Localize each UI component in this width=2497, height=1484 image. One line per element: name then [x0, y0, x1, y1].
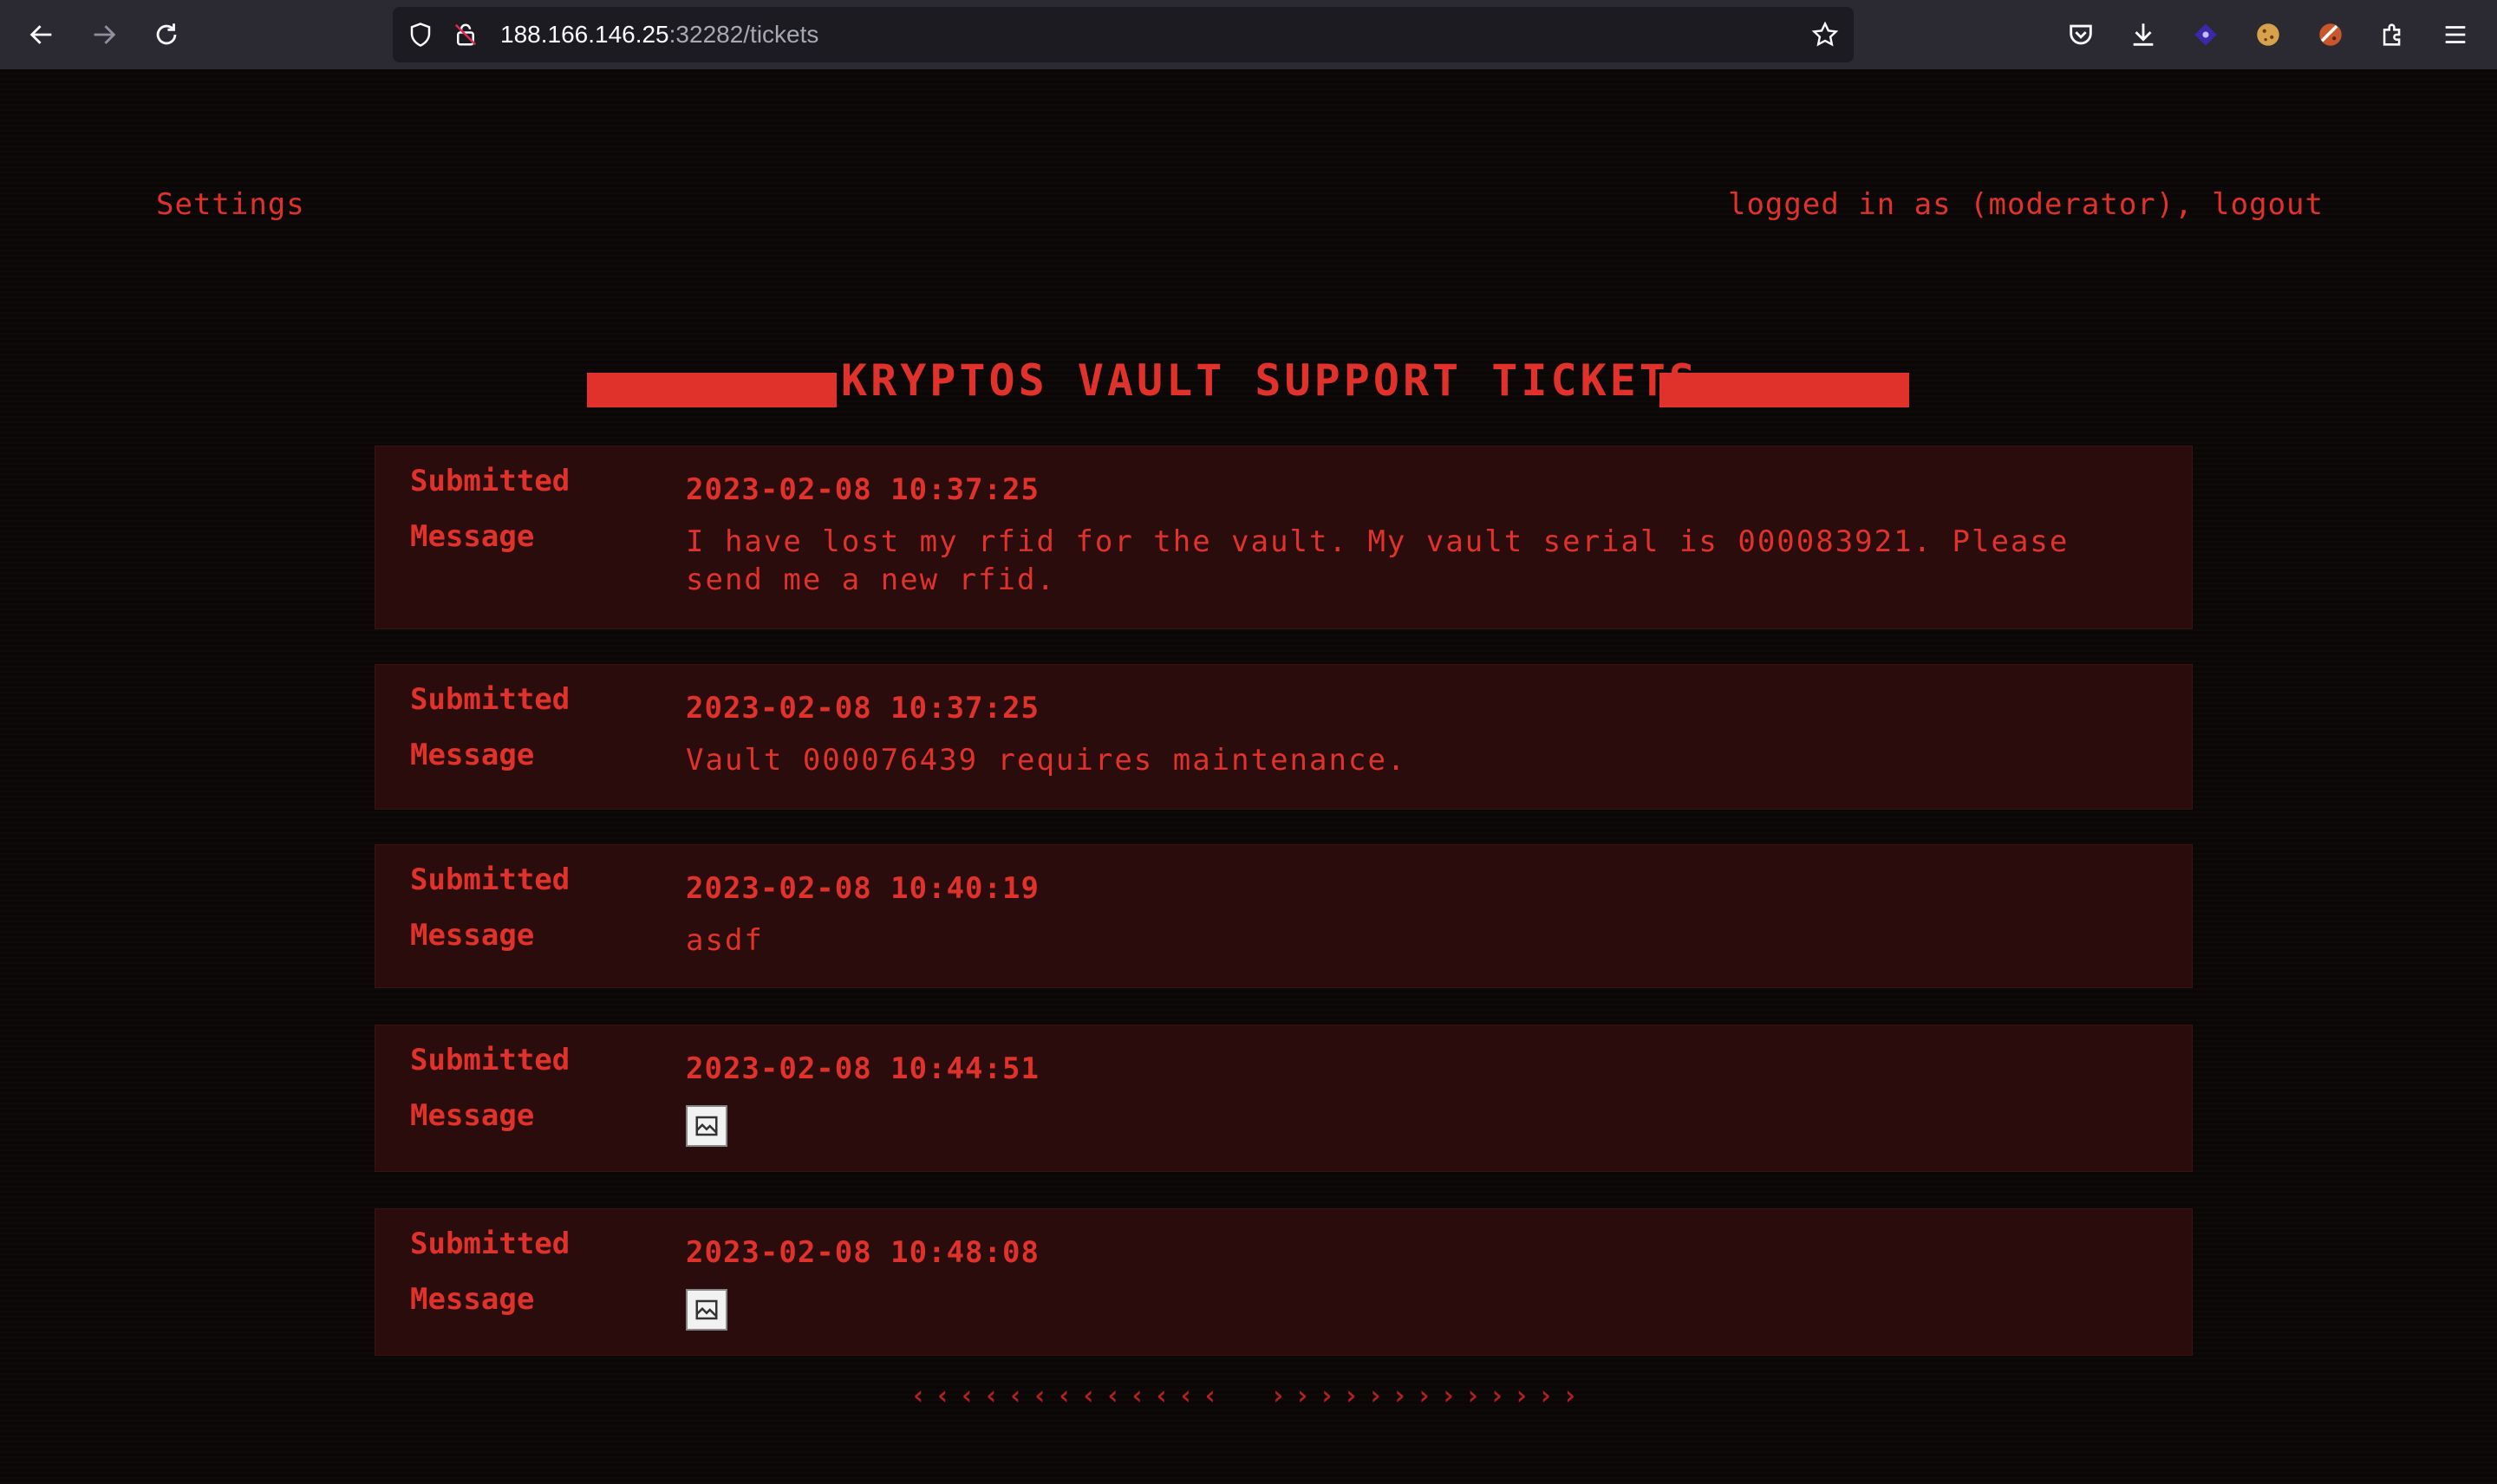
extension-purple-icon[interactable] — [2188, 17, 2223, 52]
message-label: Message — [410, 738, 535, 772]
message-label: Message — [410, 519, 535, 554]
tickets-page: Settings logged in as (moderator), logou… — [0, 69, 2497, 1484]
cookie-icon[interactable] — [2251, 17, 2285, 52]
url-text: 188.166.146.25:32282/tickets — [500, 21, 819, 48]
reload-icon[interactable] — [144, 12, 189, 57]
broken-image-icon[interactable] — [686, 1105, 727, 1147]
cookie-editor-icon[interactable] — [2313, 17, 2348, 52]
ticket-message: Vault 000076439 requires maintenance. — [686, 743, 1407, 778]
submitted-timestamp: 2023-02-08 10:40:19 — [686, 871, 1040, 906]
page-header: KRYPTOS VAULT SUPPORT TICKETS — [0, 329, 2497, 433]
submitted-timestamp: 2023-02-08 10:37:25 — [686, 472, 1040, 507]
submitted-timestamp: 2023-02-08 10:44:51 — [686, 1051, 1040, 1086]
ticket-message: I have lost my rfid for the vault. My va… — [686, 524, 2070, 597]
ticket-message: asdf — [686, 923, 764, 958]
download-icon[interactable] — [2126, 17, 2161, 52]
message-label: Message — [410, 1282, 535, 1317]
insecure-lock-icon[interactable] — [450, 19, 481, 50]
submitted-label: Submitted — [410, 464, 570, 498]
submitted-label: Submitted — [410, 682, 570, 717]
page-title: KRYPTOS VAULT SUPPORT TICKETS — [841, 355, 1698, 406]
submitted-label: Submitted — [410, 1227, 570, 1261]
message-label: Message — [410, 918, 535, 953]
ticket-card: Submitted 2023-02-08 10:37:25 Message Va… — [375, 664, 2193, 810]
shield-icon[interactable] — [405, 19, 436, 50]
session-logout-link[interactable]: logged in as (moderator), logout — [1728, 187, 2324, 222]
bookmark-star-icon[interactable] — [1809, 19, 1841, 50]
settings-link[interactable]: Settings — [156, 187, 305, 222]
extensions-puzzle-icon[interactable] — [2376, 17, 2410, 52]
ticket-card: Submitted 2023-02-08 10:44:51 Message — [375, 1025, 2193, 1172]
ticket-card: Submitted 2023-02-08 10:40:19 Message as… — [375, 844, 2193, 988]
pocket-icon[interactable] — [2063, 17, 2098, 52]
submitted-timestamp: 2023-02-08 10:37:25 — [686, 691, 1040, 726]
pagination-prev-links[interactable]: ‹‹‹‹‹‹‹‹‹‹‹‹‹ — [910, 1381, 1227, 1411]
pagination: ‹‹‹‹‹‹‹‹‹‹‹‹‹ ››››››››››››› — [0, 1381, 2497, 1411]
submitted-label: Submitted — [410, 862, 570, 897]
title-decor-bar-right — [1659, 373, 1909, 407]
title-decor-bar-left — [587, 373, 837, 407]
submitted-timestamp: 2023-02-08 10:48:08 — [686, 1235, 1040, 1270]
pagination-next-links[interactable]: ››››››››››››› — [1270, 1381, 1587, 1411]
submitted-label: Submitted — [410, 1043, 570, 1077]
address-bar[interactable]: 188.166.146.25:32282/tickets — [393, 7, 1854, 62]
back-icon[interactable] — [19, 12, 64, 57]
ticket-card: Submitted 2023-02-08 10:48:08 Message — [375, 1208, 2193, 1356]
broken-image-icon[interactable] — [686, 1289, 727, 1331]
forward-icon[interactable] — [81, 12, 127, 57]
message-label: Message — [410, 1098, 535, 1133]
ticket-card: Submitted 2023-02-08 10:37:25 Message I … — [375, 446, 2193, 629]
menu-icon[interactable] — [2438, 17, 2473, 52]
browser-toolbar: 188.166.146.25:32282/tickets — [0, 0, 2497, 69]
